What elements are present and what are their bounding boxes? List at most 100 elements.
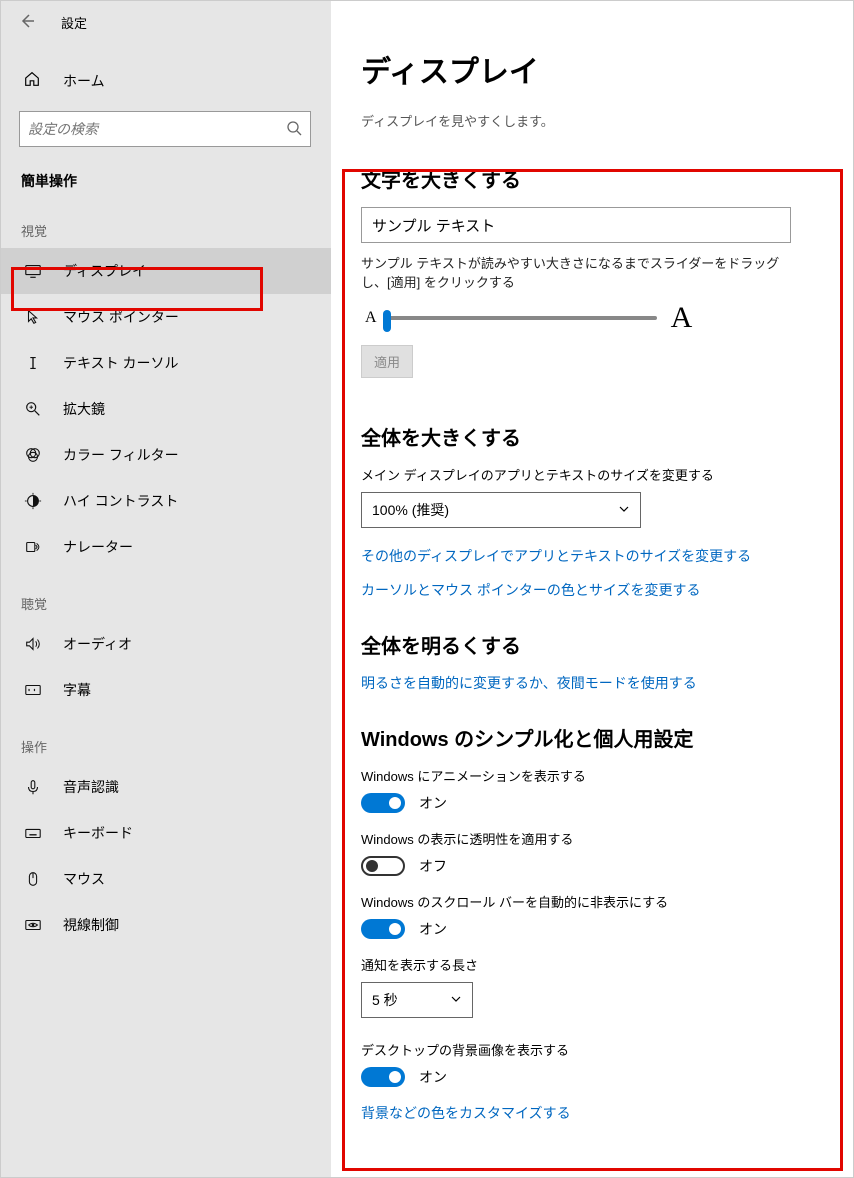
keyboard-icon (23, 824, 43, 842)
sidebar-item-keyboard[interactable]: キーボード (1, 810, 331, 856)
textsize-slider[interactable] (383, 316, 657, 320)
chevron-down-icon (618, 502, 630, 518)
search-input-container[interactable] (19, 111, 311, 147)
sidebar-section-title: 簡単操作 (1, 153, 331, 197)
sidebar-item-label: 字幕 (63, 680, 91, 700)
anim-label: Windows にアニメーションを表示する (361, 766, 823, 785)
sidebar-group-hearing-list: オーディオ 字幕 (1, 621, 331, 713)
text-cursor-icon (23, 354, 43, 372)
sample-text: サンプル テキスト (372, 215, 495, 236)
notif-combobox[interactable]: 5 秒 (361, 982, 473, 1018)
sidebar-item-highcontrast[interactable]: ハイ コントラスト (1, 478, 331, 524)
sidebar-item-colorfilter[interactable]: カラー フィルター (1, 432, 331, 478)
section-heading: 全体を明るくする (361, 630, 823, 659)
link-brightness[interactable]: 明るさを自動的に変更するか、夜間モードを使用する (361, 673, 823, 693)
trans-toggle[interactable] (361, 856, 405, 876)
color-filter-icon (23, 446, 43, 464)
sidebar-item-label: オーディオ (63, 634, 132, 654)
page-title: ディスプレイ (361, 47, 823, 91)
sidebar-home[interactable]: ホーム (1, 60, 331, 101)
bg-state: オン (419, 1067, 447, 1087)
notif-label: 通知を表示する長さ (361, 955, 823, 974)
section-heading: 全体を大きくする (361, 422, 823, 451)
sidebar-item-audio[interactable]: オーディオ (1, 621, 331, 667)
scale-value: 100% (推奨) (372, 500, 449, 520)
section-everything: 全体を大きくする メイン ディスプレイのアプリとテキストのサイズを変更する 10… (361, 422, 823, 600)
chevron-down-icon (450, 992, 462, 1008)
link-cursor-color[interactable]: カーソルとマウス ポインターの色とサイズを変更する (361, 580, 823, 600)
eye-control-icon (23, 916, 43, 934)
link-other-displays[interactable]: その他のディスプレイでアプリとテキストのサイズを変更する (361, 546, 823, 566)
letter-small-icon: A (365, 309, 377, 327)
section-brightness: 全体を明るくする 明るさを自動的に変更するか、夜間モードを使用する (361, 630, 823, 693)
anim-toggle[interactable] (361, 793, 405, 813)
titlebar: 設定 (1, 4, 331, 40)
sidebar-item-label: ハイ コントラスト (63, 491, 178, 511)
search-input[interactable] (28, 121, 286, 137)
sidebar-item-label: 拡大鏡 (63, 399, 105, 419)
notif-value: 5 秒 (372, 990, 398, 1010)
sidebar-item-label: テキスト カーソル (63, 353, 178, 373)
textsize-desc: サンプル テキストが読みやすい大きさになるまでスライダーをドラッグし、[適用] … (361, 253, 801, 291)
sidebar-item-caption[interactable]: 字幕 (1, 667, 331, 713)
sidebar-group-interaction: 操作 (1, 713, 331, 764)
scale-combobox[interactable]: 100% (推奨) (361, 492, 641, 528)
sidebar-item-label: キーボード (63, 823, 133, 843)
back-button[interactable] (9, 4, 45, 40)
cursor-icon (23, 308, 43, 326)
sidebar-item-label: 音声認識 (63, 777, 119, 797)
mouse-icon (23, 870, 43, 888)
sidebar-group-interaction-list: 音声認識 キーボード マウス 視線制御 (1, 764, 331, 948)
section-heading: Windows のシンプル化と個人用設定 (361, 723, 823, 752)
sidebar-group-visual: 視覚 (1, 197, 331, 248)
narrator-icon (23, 538, 43, 556)
sidebar-item-label: ナレーター (63, 537, 133, 557)
section-textsize: 文字を大きくする サンプル テキスト サンプル テキストが読みやすい大きさになる… (361, 164, 823, 378)
content-pane: ディスプレイ ディスプレイを見やすくします。 文字を大きくする サンプル テキス… (331, 1, 853, 1177)
sidebar-item-display[interactable]: ディスプレイ (1, 248, 331, 294)
scroll-label: Windows のスクロール バーを自動的に非表示にする (361, 892, 823, 911)
search-icon (286, 120, 302, 139)
textsize-slider-row: A A (365, 301, 823, 335)
sidebar-item-narrator[interactable]: ナレーター (1, 524, 331, 570)
arrow-left-icon (19, 13, 35, 32)
high-contrast-icon (23, 492, 43, 510)
window-title: 設定 (61, 13, 87, 32)
sidebar-group-visual-list: ディスプレイ マウス ポインター テキスト カーソル 拡大鏡 カラー フィルター… (1, 248, 331, 570)
microphone-icon (23, 778, 43, 796)
sidebar-item-label: マウス ポインター (63, 307, 179, 327)
sidebar-item-mouse[interactable]: マウス (1, 856, 331, 902)
caption-icon (23, 681, 43, 699)
section-heading: 文字を大きくする (361, 164, 823, 193)
home-icon (23, 70, 43, 91)
trans-label: Windows の表示に透明性を適用する (361, 829, 823, 848)
section-simplify: Windows のシンプル化と個人用設定 Windows にアニメーションを表示… (361, 723, 823, 1123)
sidebar-item-magnifier[interactable]: 拡大鏡 (1, 386, 331, 432)
sidebar-item-label: カラー フィルター (63, 445, 179, 465)
monitor-icon (23, 262, 43, 280)
slider-thumb[interactable] (383, 310, 391, 332)
sidebar-item-textcursor[interactable]: テキスト カーソル (1, 340, 331, 386)
letter-large-icon: A (671, 301, 693, 335)
sidebar-item-eyecontrol[interactable]: 視線制御 (1, 902, 331, 948)
anim-state: オン (419, 793, 447, 813)
bg-toggle[interactable] (361, 1067, 405, 1087)
magnifier-icon (23, 400, 43, 418)
sidebar-item-label: ディスプレイ (63, 261, 146, 281)
sidebar-item-label: マウス (63, 869, 105, 889)
sidebar-item-speech[interactable]: 音声認識 (1, 764, 331, 810)
page-subtitle: ディスプレイを見やすくします。 (361, 111, 823, 130)
scroll-toggle[interactable] (361, 919, 405, 939)
bg-label: デスクトップの背景画像を表示する (361, 1040, 823, 1059)
scale-desc: メイン ディスプレイのアプリとテキストのサイズを変更する (361, 465, 823, 484)
apply-button[interactable]: 適用 (361, 345, 413, 378)
link-bg-customize[interactable]: 背景などの色をカスタマイズする (361, 1103, 823, 1123)
sidebar-home-label: ホーム (63, 71, 105, 91)
audio-icon (23, 635, 43, 653)
apply-button-label: 適用 (374, 355, 400, 370)
sample-text-box: サンプル テキスト (361, 207, 791, 243)
sidebar-item-cursor[interactable]: マウス ポインター (1, 294, 331, 340)
sidebar-item-label: 視線制御 (63, 915, 119, 935)
sidebar-group-hearing: 聴覚 (1, 570, 331, 621)
sidebar: 設定 ホーム 簡単操作 視覚 ディスプレイ マウス ポインター (1, 1, 331, 1177)
